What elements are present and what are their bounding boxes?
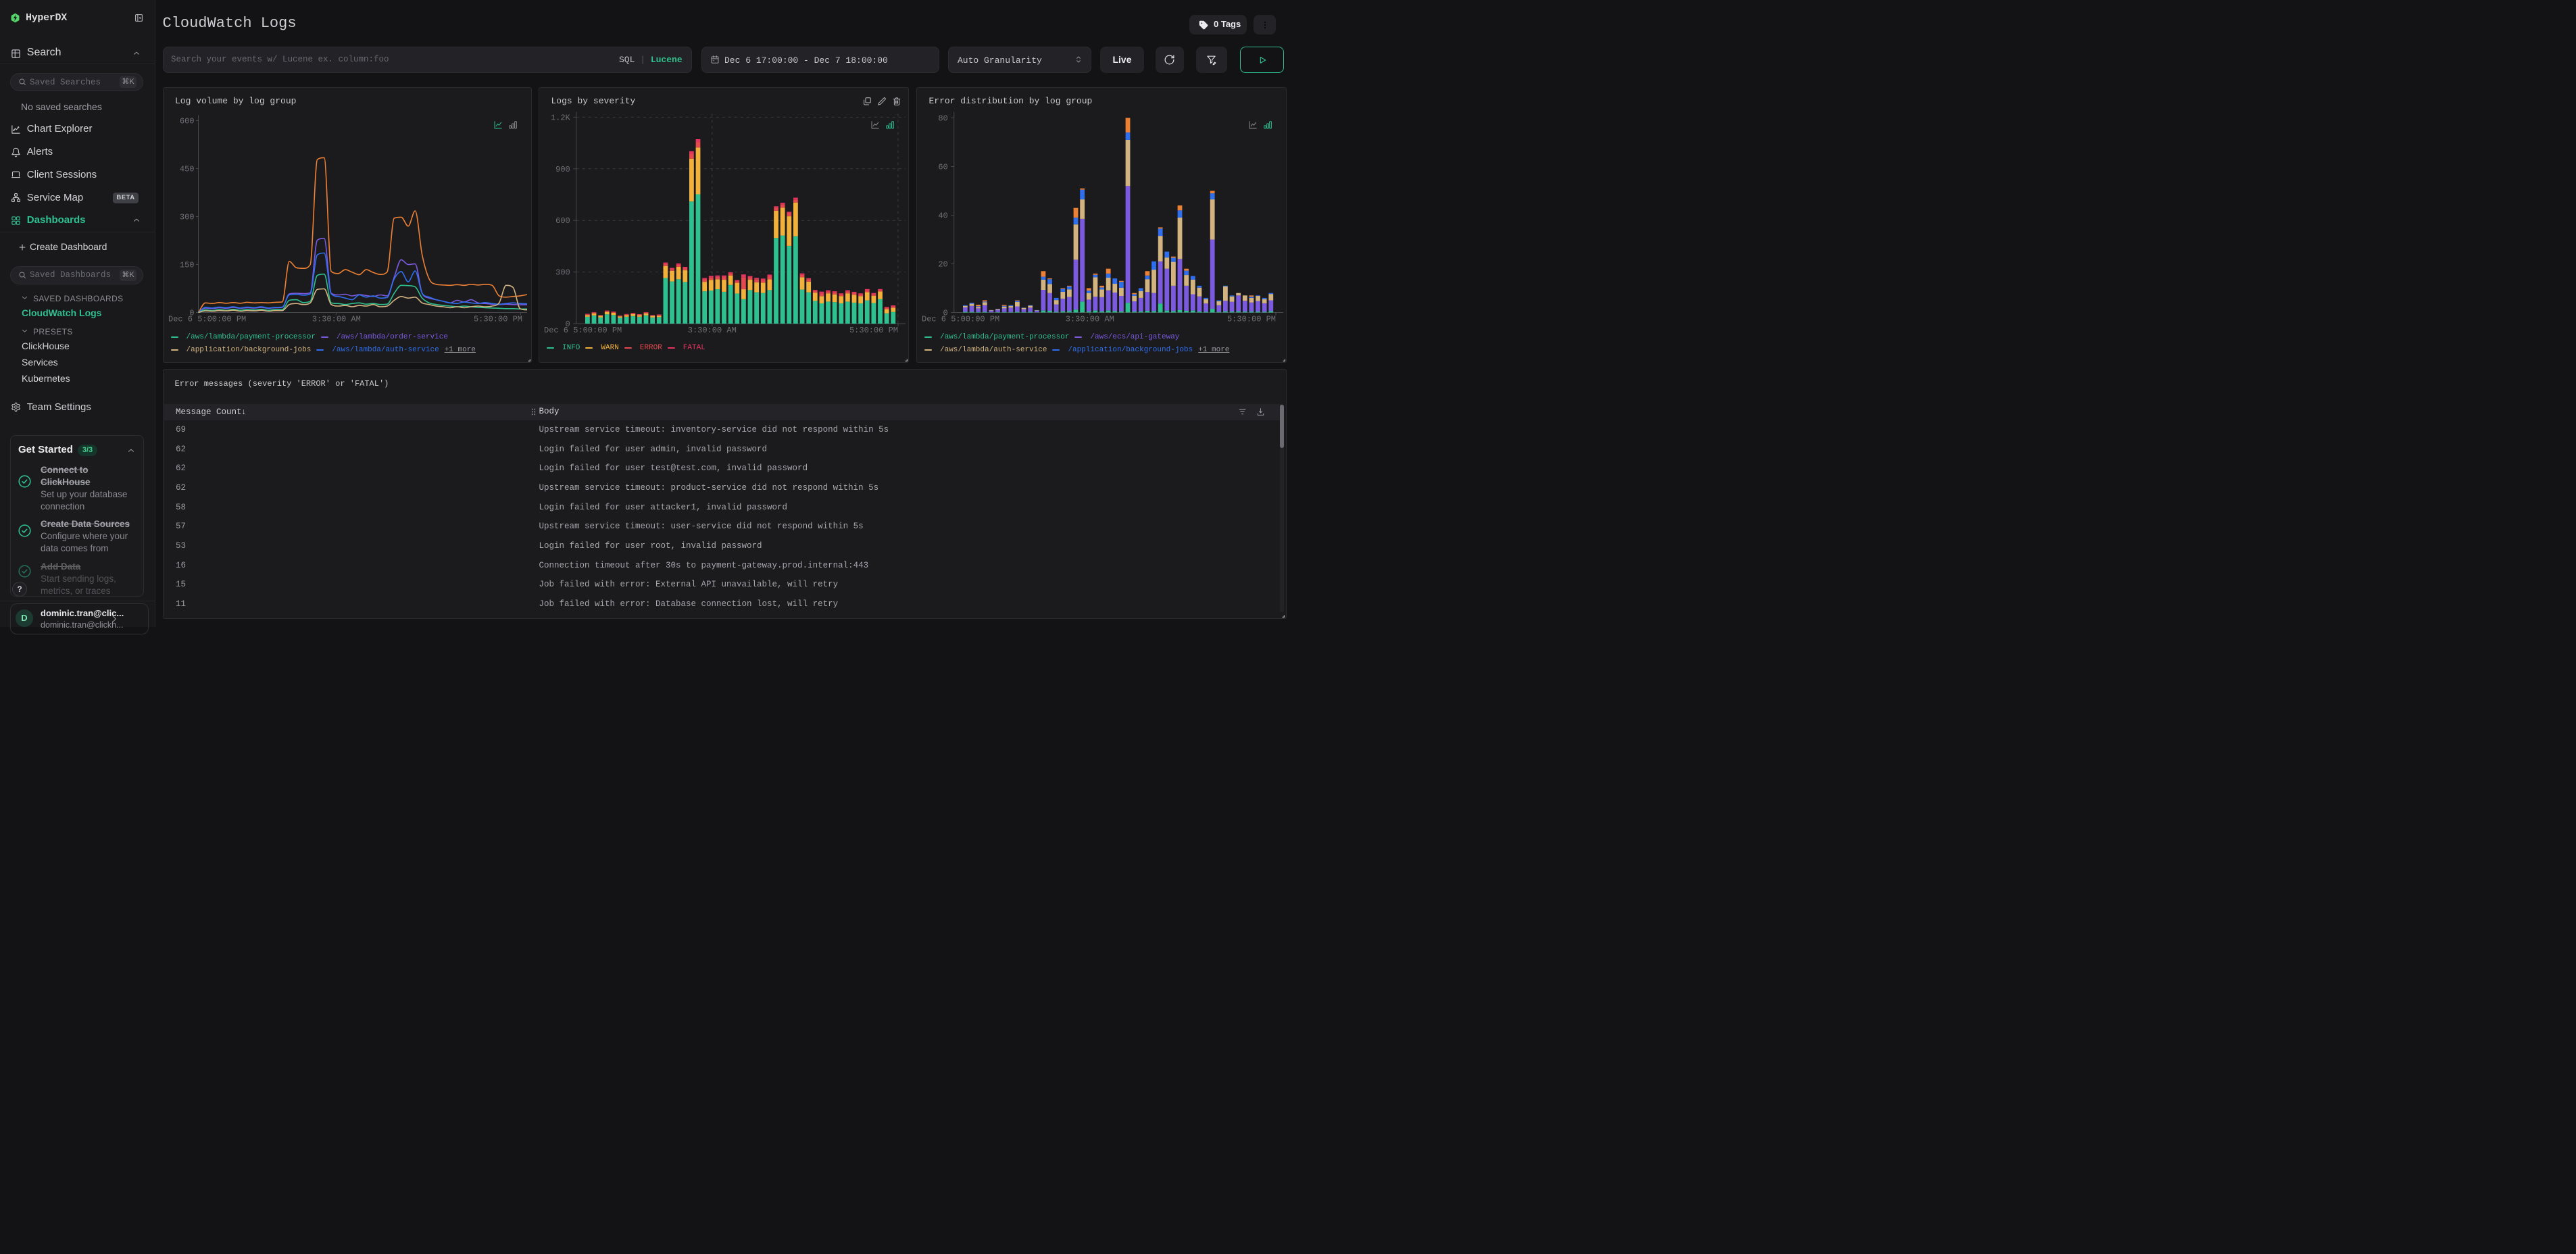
svg-text:60: 60 xyxy=(938,162,947,172)
svg-text:450: 450 xyxy=(179,164,194,174)
svg-text:150: 150 xyxy=(179,260,194,270)
svg-text:1.2K: 1.2K xyxy=(551,113,571,122)
svg-text:300: 300 xyxy=(179,212,194,222)
svg-text:5:30:00 PM: 5:30:00 PM xyxy=(1227,314,1276,324)
svg-text:40: 40 xyxy=(938,211,947,220)
svg-text:5:30:00 PM: 5:30:00 PM xyxy=(849,326,898,335)
svg-text:600: 600 xyxy=(179,116,194,126)
svg-text:80: 80 xyxy=(938,114,947,123)
svg-text:20: 20 xyxy=(938,259,947,269)
svg-text:600: 600 xyxy=(555,216,570,226)
svg-text:3:30:00 AM: 3:30:00 AM xyxy=(1066,314,1114,324)
svg-text:Dec 6 5:00:00 PM: Dec 6 5:00:00 PM xyxy=(168,314,246,324)
svg-text:Dec 6 5:00:00 PM: Dec 6 5:00:00 PM xyxy=(922,314,999,324)
svg-text:900: 900 xyxy=(555,164,570,174)
svg-text:300: 300 xyxy=(555,268,570,277)
svg-text:Dec 6 5:00:00 PM: Dec 6 5:00:00 PM xyxy=(544,326,622,335)
svg-text:3:30:00 AM: 3:30:00 AM xyxy=(312,314,360,324)
svg-text:5:30:00 PM: 5:30:00 PM xyxy=(473,314,522,324)
svg-text:3:30:00 AM: 3:30:00 AM xyxy=(688,326,737,335)
